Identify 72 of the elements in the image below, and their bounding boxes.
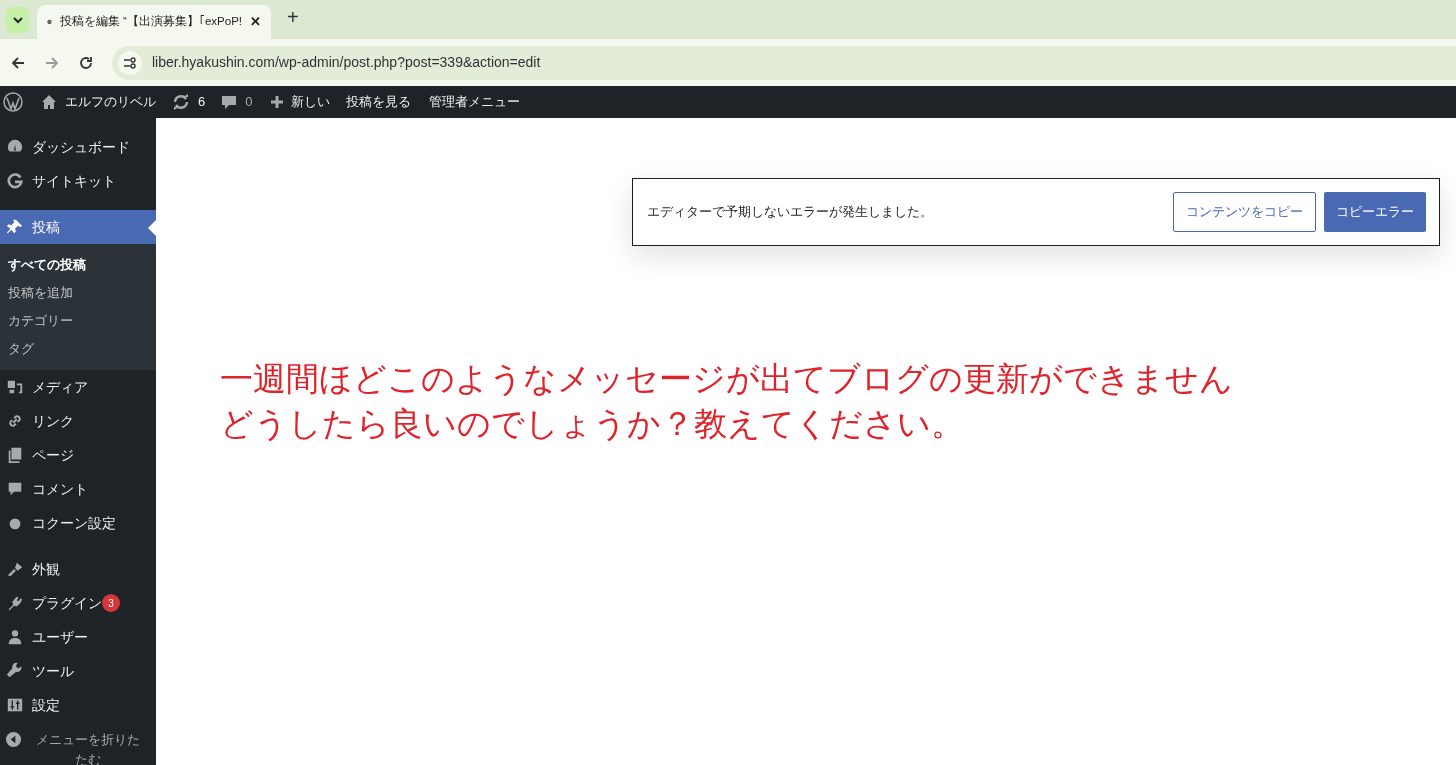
sidebar-item[interactable]: サイトキット bbox=[0, 164, 156, 198]
browser-tab[interactable]: 投稿を編集 “【出演募集】｢exPoP! ✕ bbox=[37, 5, 271, 39]
comments-count[interactable]: 0 bbox=[245, 92, 253, 112]
annotation-text: 一週間ほどこのようなメッセージが出てブログの更新ができません bbox=[220, 359, 1234, 399]
sidebar-item-label: サイトキット bbox=[32, 171, 116, 191]
sidebar-item-label: リンク bbox=[32, 411, 74, 431]
submenu-item[interactable]: タグ bbox=[0, 335, 156, 363]
collapse-menu-button[interactable]: メニューを折りたたむ bbox=[0, 730, 156, 765]
new-content-link[interactable]: 新しい bbox=[291, 92, 331, 112]
url-text: liber.hyakushin.com/wp-admin/post.php?post=339&action=edit bbox=[152, 53, 541, 72]
sidebar-item-label: ツール bbox=[32, 661, 74, 681]
g-letter-icon bbox=[6, 172, 24, 190]
tab-list-button[interactable] bbox=[6, 7, 29, 33]
sidebar-item-label: 外観 bbox=[32, 559, 60, 579]
new-tab-button[interactable]: + bbox=[287, 2, 299, 32]
collapse-menu-label: メニューを折りたたむ bbox=[35, 732, 141, 765]
admin-menu-link[interactable]: 管理者メニュー bbox=[429, 92, 521, 112]
user-icon bbox=[6, 628, 24, 646]
sliders-icon bbox=[6, 696, 24, 714]
sidebar-item-label: メディア bbox=[32, 377, 88, 397]
sidebar-item-label: 投稿 bbox=[32, 217, 60, 237]
site-settings-icon[interactable] bbox=[118, 50, 142, 75]
annotation-text: どうしたら良いのでしょうか？教えてください。 bbox=[220, 404, 965, 444]
sidebar-item[interactable]: ツール bbox=[0, 654, 156, 688]
chevron-down-icon bbox=[12, 16, 23, 24]
reload-icon[interactable] bbox=[78, 54, 94, 71]
home-icon bbox=[41, 94, 57, 110]
wordpress-logo-icon[interactable] bbox=[3, 92, 23, 112]
copy-content-button[interactable]: コンテンツをコピー bbox=[1173, 192, 1316, 232]
sidebar-item[interactable]: コメント bbox=[0, 472, 156, 506]
sidebar-item[interactable]: コクーン設定 bbox=[0, 506, 156, 540]
wrench-icon bbox=[6, 662, 24, 680]
address-bar[interactable]: liber.hyakushin.com/wp-admin/post.php?post=339&action=edit bbox=[112, 45, 1456, 80]
sidebar-item[interactable]: ユーザー bbox=[0, 620, 156, 654]
submenu-item[interactable]: すべての投稿 bbox=[0, 251, 156, 279]
tab-close-button[interactable]: ✕ bbox=[250, 12, 261, 32]
submenu-item[interactable]: カテゴリー bbox=[0, 307, 156, 335]
current-pointer bbox=[148, 220, 156, 236]
sidebar-item[interactable]: ページ bbox=[0, 438, 156, 472]
sidebar-item-label: コメント bbox=[32, 479, 88, 499]
forward-icon[interactable] bbox=[44, 54, 60, 71]
speech-bubble-icon bbox=[221, 94, 238, 110]
copy-error-button[interactable]: コピーエラー bbox=[1324, 192, 1426, 232]
sidebar-item-label: ユーザー bbox=[32, 627, 88, 647]
tab-title: 投稿を編集 “【出演募集】｢exPoP! bbox=[59, 14, 242, 30]
plug-icon bbox=[6, 594, 24, 612]
submenu-item[interactable]: 投稿を追加 bbox=[0, 279, 156, 307]
link-icon bbox=[6, 412, 24, 430]
plus-icon bbox=[270, 95, 285, 109]
sidebar-item[interactable]: リンク bbox=[0, 404, 156, 438]
count-badge: 3 bbox=[102, 594, 120, 612]
refresh-icon bbox=[172, 94, 190, 110]
sidebar-item[interactable]: 外観 bbox=[0, 552, 156, 586]
sidebar-item[interactable]: 設定 bbox=[0, 688, 156, 722]
sidebar-item-label: 設定 bbox=[32, 695, 60, 715]
sidebar-item[interactable]: 投稿 bbox=[0, 210, 156, 244]
sidebar-item[interactable]: ダッシュボード bbox=[0, 130, 156, 164]
sidebar-item-label: プラグイン bbox=[32, 593, 102, 613]
error-message: エディターで予期しないエラーが発生しました。 bbox=[647, 203, 934, 222]
pushpin-icon bbox=[6, 218, 24, 236]
view-post-link[interactable]: 投稿を見る bbox=[346, 92, 412, 112]
back-icon[interactable] bbox=[10, 54, 26, 71]
media-icon bbox=[6, 378, 24, 396]
sidebar-item-label: ページ bbox=[32, 445, 74, 465]
sidebar-item[interactable]: メディア bbox=[0, 370, 156, 404]
sidebar-item-label: コクーン設定 bbox=[32, 513, 116, 533]
brush-icon bbox=[6, 560, 24, 578]
sidebar-item[interactable]: プラグイン 3 bbox=[0, 586, 156, 620]
sidebar-item-label: ダッシュボード bbox=[32, 137, 130, 157]
pages-icon bbox=[6, 446, 24, 464]
updates-count[interactable]: 6 bbox=[198, 92, 206, 112]
site-name-link[interactable]: エルフのリベル bbox=[65, 92, 156, 112]
